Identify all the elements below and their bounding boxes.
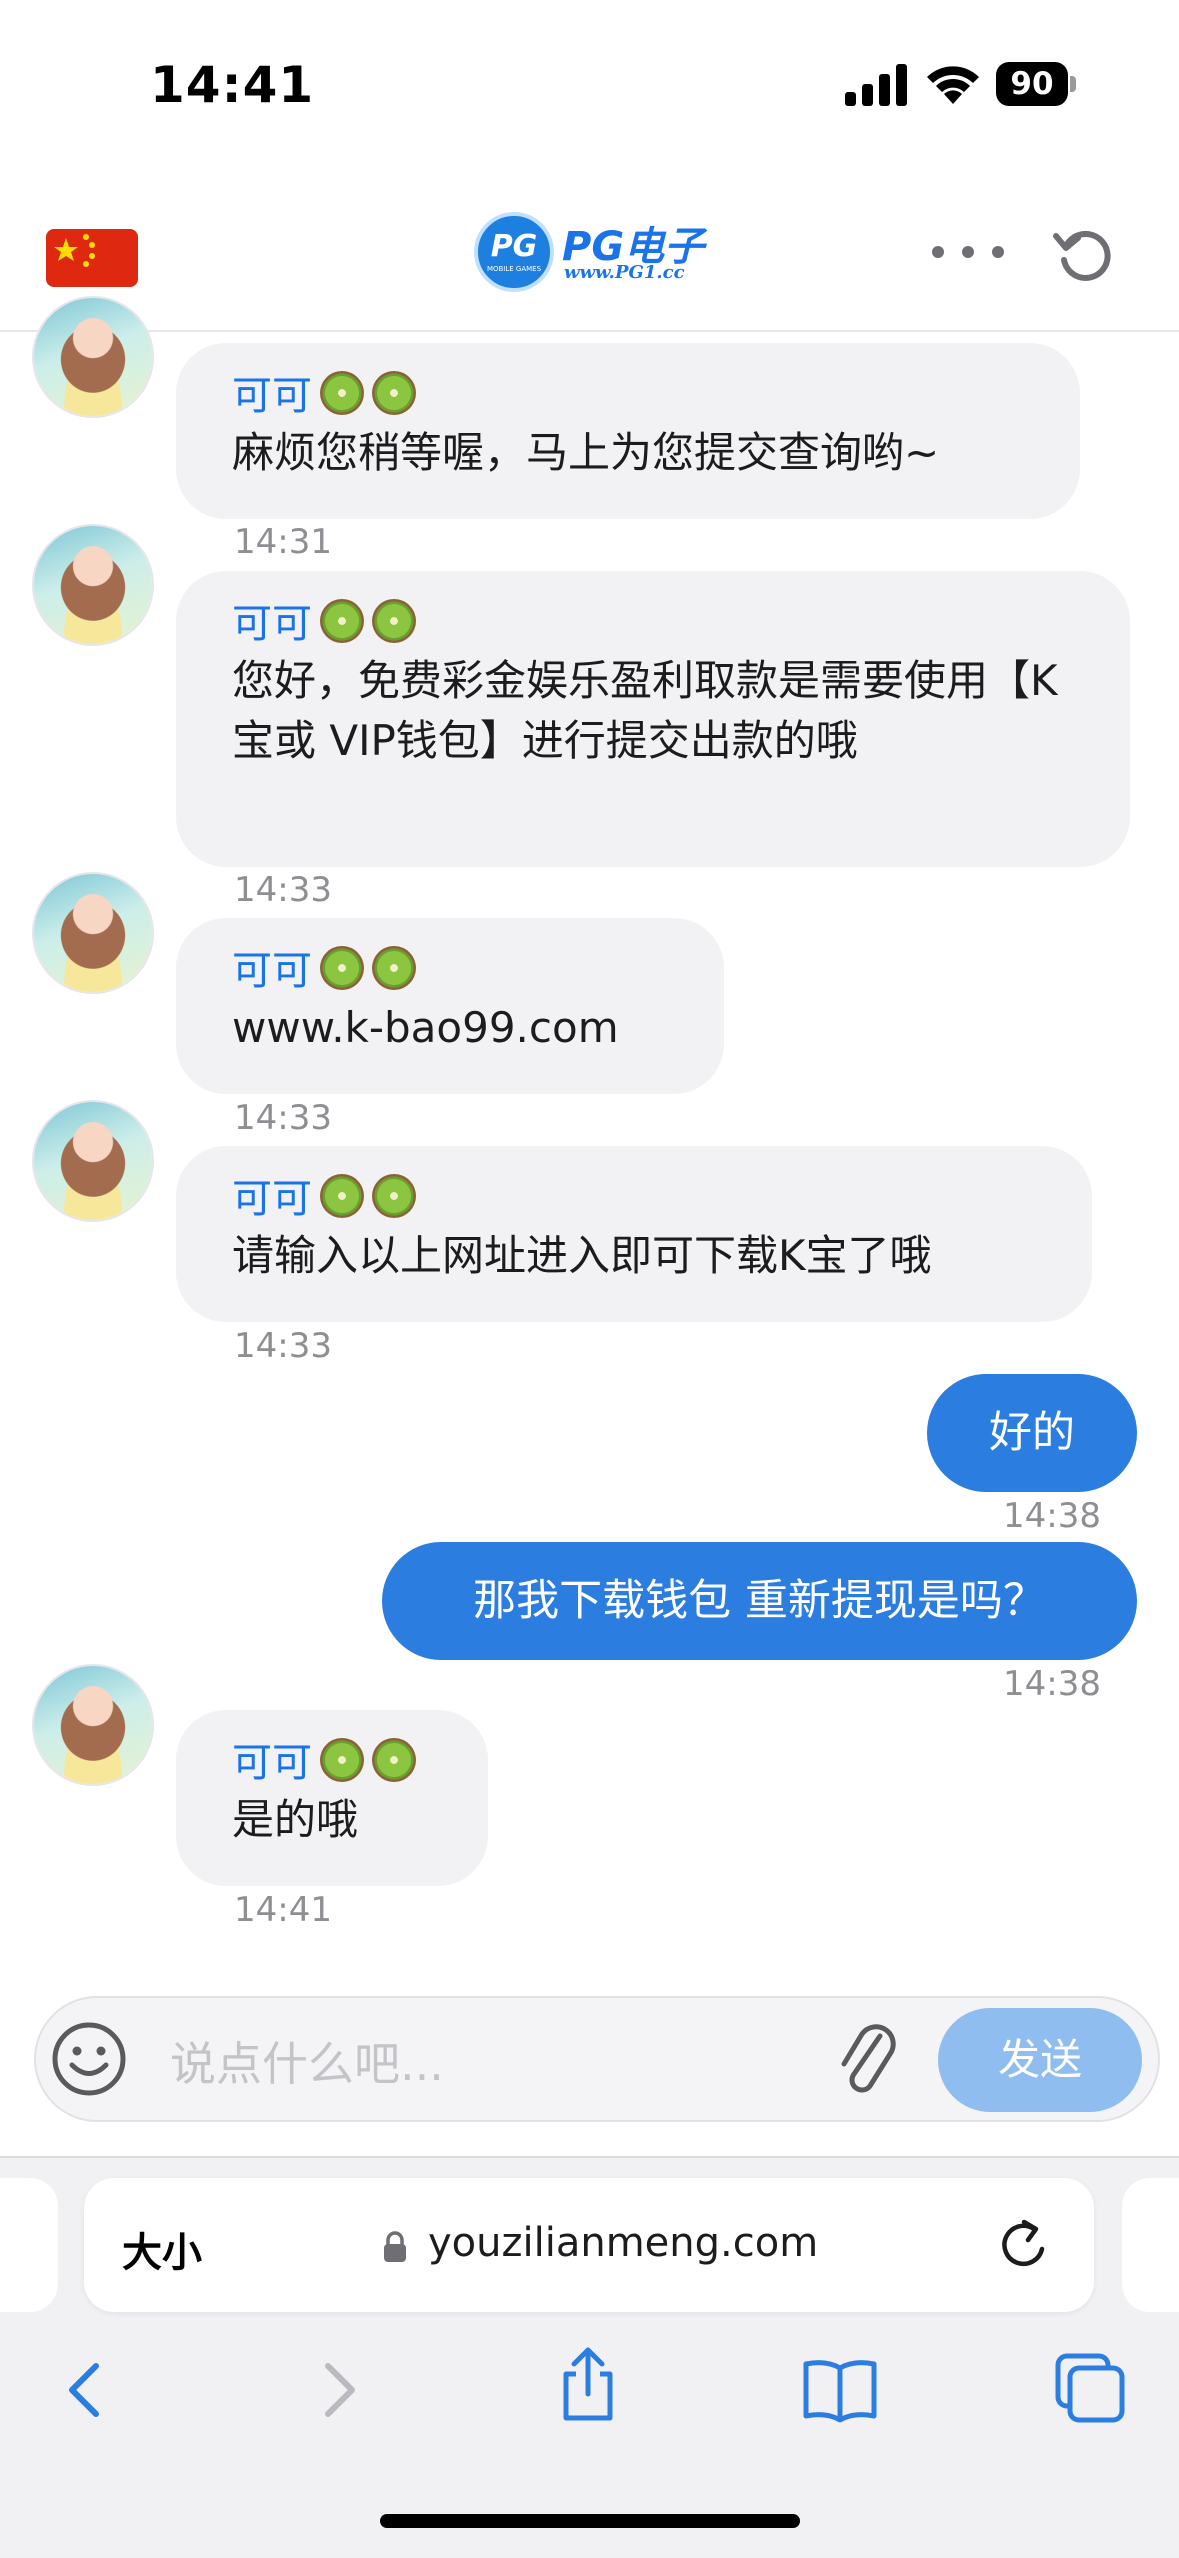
message-time: 14:31 xyxy=(234,522,332,562)
pg-logo: PG MOBILE GAMES PG电子 www.PG1.cc xyxy=(474,212,714,294)
message-time: 14:33 xyxy=(234,1098,332,1138)
agent-avatar xyxy=(34,1102,152,1220)
tabs-icon[interactable] xyxy=(1050,2348,1130,2428)
message-text: 您好，免费彩金娱乐盈利取款是需要使用【K宝或 VIP钱包】进行提交出款的哦 xyxy=(232,656,1058,765)
message-time: 14:38 xyxy=(1003,1664,1101,1704)
kiwi-emoji-icon xyxy=(320,946,364,990)
wifi-icon xyxy=(927,66,979,104)
message-link[interactable]: www.k-bao99.com xyxy=(232,998,668,1058)
kiwi-emoji-icon xyxy=(372,1174,416,1218)
cellular-signal-icon xyxy=(845,62,907,106)
back-icon[interactable] xyxy=(46,2350,126,2430)
status-time: 14:41 xyxy=(150,56,315,114)
next-tab-preview[interactable] xyxy=(1122,2178,1179,2312)
text-size-button[interactable]: 大小 xyxy=(122,2220,202,2278)
logo-url: www.PG1.cc xyxy=(564,262,685,283)
outgoing-message: 好的 xyxy=(927,1374,1137,1492)
more-icon[interactable] xyxy=(928,240,1008,264)
share-icon[interactable] xyxy=(548,2344,628,2424)
kiwi-emoji-icon xyxy=(320,1738,364,1782)
incoming-message: 可可 www.k-bao99.com xyxy=(176,918,724,1094)
incoming-message: 可可 麻烦您稍等喔，马上为您提交查询哟~ xyxy=(176,343,1080,519)
message-time: 14:41 xyxy=(234,1890,332,1930)
kiwi-emoji-icon xyxy=(320,1174,364,1218)
message-text: 麻烦您稍等喔，马上为您提交查询哟~ xyxy=(232,428,940,477)
sender-name: 可可 xyxy=(232,601,312,647)
kiwi-emoji-icon xyxy=(320,599,364,643)
message-time: 14:33 xyxy=(234,1326,332,1366)
message-text: 是的哦 xyxy=(232,1795,359,1844)
refresh-icon[interactable] xyxy=(1052,222,1116,286)
message-time: 14:38 xyxy=(1003,1496,1101,1536)
kiwi-emoji-icon xyxy=(372,946,416,990)
kiwi-emoji-icon xyxy=(372,599,416,643)
outgoing-message: 那我下载钱包 重新提现是吗？ xyxy=(382,1542,1137,1660)
bookmarks-icon[interactable] xyxy=(800,2350,880,2430)
previous-tab-preview[interactable] xyxy=(0,2178,58,2312)
incoming-message: 可可 是的哦 xyxy=(176,1710,488,1886)
battery-level: 90 xyxy=(1010,66,1054,102)
sender-name: 可可 xyxy=(232,1740,312,1786)
lock-icon xyxy=(384,2231,406,2262)
paperclip-icon[interactable] xyxy=(836,2014,898,2104)
smile-icon[interactable] xyxy=(50,2020,128,2098)
china-flag-icon[interactable] xyxy=(46,229,138,287)
agent-avatar xyxy=(34,1666,152,1784)
message-input[interactable]: 说点什么吧... xyxy=(170,2028,444,2094)
forward-icon[interactable] xyxy=(298,2350,378,2430)
agent-avatar xyxy=(34,526,152,644)
kiwi-emoji-icon xyxy=(372,371,416,415)
send-button[interactable]: 发送 xyxy=(938,2008,1142,2112)
incoming-message: 可可 您好，免费彩金娱乐盈利取款是需要使用【K宝或 VIP钱包】进行提交出款的哦 xyxy=(176,571,1130,867)
sender-name: 可可 xyxy=(232,373,312,419)
agent-avatar xyxy=(34,874,152,992)
reload-icon[interactable] xyxy=(996,2216,1054,2274)
message-time: 14:33 xyxy=(234,870,332,910)
sender-name: 可可 xyxy=(232,948,312,994)
agent-avatar xyxy=(34,298,152,416)
kiwi-emoji-icon xyxy=(320,371,364,415)
message-text: 请输入以上网址进入即可下载K宝了哦 xyxy=(232,1231,932,1280)
battery-icon: 90 xyxy=(996,62,1076,106)
incoming-message: 可可 请输入以上网址进入即可下载K宝了哦 xyxy=(176,1146,1092,1322)
sender-name: 可可 xyxy=(232,1176,312,1222)
kiwi-emoji-icon xyxy=(372,1738,416,1782)
home-indicator xyxy=(380,2514,800,2528)
url-text[interactable]: youzilianmeng.com xyxy=(428,2220,818,2266)
